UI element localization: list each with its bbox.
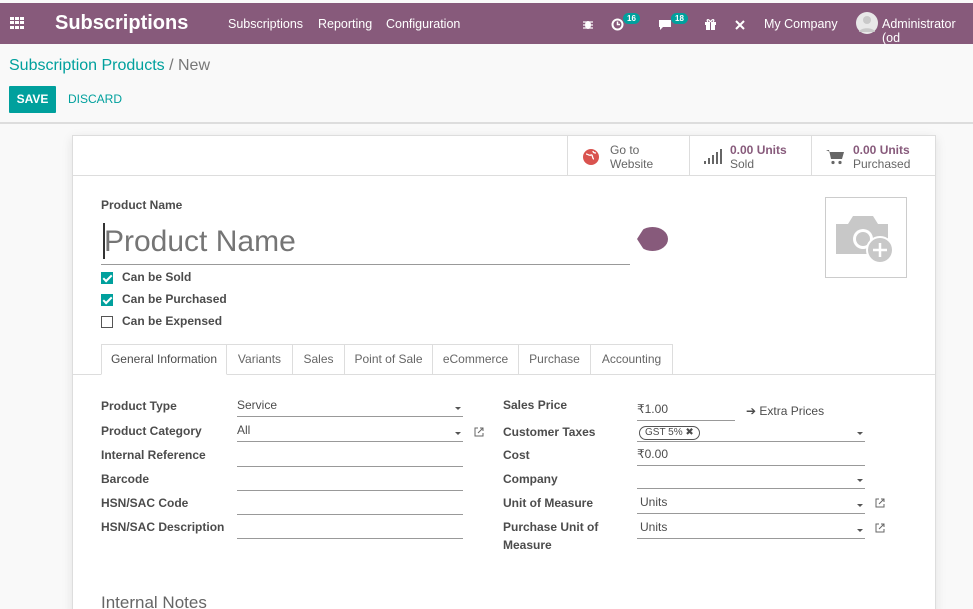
customer-taxes-label: Customer Taxes: [503, 425, 596, 439]
smart-button-box: Go to Website 0.00 Units Sold 0.00 Units…: [73, 136, 935, 176]
sold-units-button[interactable]: 0.00 Units Sold: [689, 136, 811, 175]
purchase-uom-label-line2: Measure: [503, 538, 552, 552]
uom-label: Unit of Measure: [503, 496, 594, 510]
app-title[interactable]: Subscriptions: [55, 12, 188, 35]
hsn-description-label: HSN/SAC Description: [101, 520, 225, 534]
bug-icon[interactable]: [582, 18, 594, 30]
can-be-purchased-label: Can be Purchased: [122, 292, 227, 306]
internal-reference-label: Internal Reference: [101, 448, 206, 462]
internal-notes-heading: Internal Notes: [101, 593, 207, 609]
sales-price-label: Sales Price: [503, 398, 568, 412]
product-type-label: Product Type: [101, 399, 177, 413]
discard-button[interactable]: DISCARD: [68, 92, 122, 106]
can-be-sold-checkbox[interactable]: [101, 272, 113, 284]
tools-icon[interactable]: [734, 19, 746, 31]
purchase-uom-label: Purchase Unit of Measure: [503, 520, 598, 552]
activity-clock-icon[interactable]: [611, 18, 624, 31]
tab-point-of-sale[interactable]: Point of Sale: [345, 344, 433, 375]
menu-reporting[interactable]: Reporting: [318, 17, 372, 31]
company-label: Company: [503, 472, 558, 486]
tab-sales[interactable]: Sales: [293, 344, 345, 375]
internal-reference-input[interactable]: [237, 448, 463, 467]
purchase-uom-select[interactable]: Units: [637, 520, 865, 539]
messages-badge: 18: [671, 13, 688, 24]
smart-button-line2: Sold: [730, 157, 755, 171]
avatar[interactable]: [856, 12, 878, 34]
breadcrumb-current: New: [178, 57, 211, 74]
user-avatar-icon: [859, 16, 875, 32]
purchased-units-button[interactable]: 0.00 Units Purchased: [811, 136, 935, 175]
product-category-label: Product Category: [101, 424, 202, 438]
save-button[interactable]: SAVE: [9, 86, 56, 113]
hsn-code-input[interactable]: [237, 496, 463, 515]
hsn-description-input[interactable]: [237, 520, 463, 539]
barcode-label: Barcode: [101, 472, 150, 486]
smart-button-line2: Website: [610, 157, 654, 171]
remove-tag-icon[interactable]: ✖: [685, 427, 693, 438]
tax-tag[interactable]: GST 5% ✖: [639, 426, 700, 440]
product-name-label: Product Name: [101, 198, 183, 212]
tab-accounting[interactable]: Accounting: [591, 344, 673, 375]
can-be-expensed-label: Can be Expensed: [122, 314, 223, 328]
activity-badge: 16: [623, 13, 640, 24]
cart-icon: [826, 150, 844, 165]
form-sheet: Go to Website 0.00 Units Sold 0.00 Units…: [72, 135, 936, 609]
camera-plus-icon: [836, 216, 894, 264]
uom-value: Units: [640, 495, 668, 509]
company-select[interactable]: [637, 470, 865, 489]
external-link-icon[interactable]: [875, 498, 885, 508]
external-link-icon[interactable]: [474, 427, 484, 437]
extra-prices-link[interactable]: ➔ Extra Prices: [746, 404, 824, 418]
go-to-website-button[interactable]: Go to Website: [567, 136, 689, 175]
globe-icon: [583, 149, 599, 165]
company-switcher[interactable]: My Company: [764, 17, 838, 31]
tab-purchase[interactable]: Purchase: [519, 344, 591, 375]
product-category-select[interactable]: All: [237, 423, 463, 442]
arrow-right-icon: ➔: [746, 404, 757, 418]
cost-input[interactable]: ₹0.00: [637, 447, 865, 466]
can-be-sold-label: Can be Sold: [122, 270, 192, 284]
apps-grid-icon[interactable]: [10, 17, 24, 29]
barcode-input[interactable]: [237, 472, 463, 491]
gift-icon[interactable]: [704, 17, 717, 30]
extra-prices-label: Extra Prices: [759, 404, 825, 418]
purchase-uom-value: Units: [640, 520, 668, 534]
bar-chart-icon: [704, 149, 722, 164]
smart-button-line1: 0.00 Units: [730, 143, 787, 157]
breadcrumb: Subscription Products / New: [9, 57, 210, 75]
hsn-code-label: HSN/SAC Code: [101, 496, 189, 510]
top-navbar: Subscriptions Subscriptions Reporting Co…: [0, 3, 973, 45]
smart-button-line1: Go to: [610, 143, 640, 157]
user-menu[interactable]: Administrator (od: [882, 17, 973, 45]
sales-price-input[interactable]: ₹1.00: [637, 402, 735, 421]
tab-general-information[interactable]: General Information: [101, 344, 227, 375]
product-name-input[interactable]: [101, 220, 630, 265]
translate-icon[interactable]: [637, 227, 668, 251]
tab-ecommerce[interactable]: eCommerce: [433, 344, 519, 375]
menu-configuration[interactable]: Configuration: [386, 17, 460, 31]
can-be-purchased-checkbox[interactable]: [101, 294, 113, 306]
breadcrumb-parent[interactable]: Subscription Products: [9, 57, 165, 74]
product-category-value: All: [237, 423, 251, 437]
smart-button-line1: 0.00 Units: [853, 143, 910, 157]
purchase-uom-label-line1: Purchase Unit of: [503, 520, 599, 534]
text-cursor: [103, 223, 105, 259]
product-image-upload[interactable]: [825, 197, 907, 278]
tax-tag-label: GST 5%: [645, 427, 683, 438]
product-type-select[interactable]: Service: [237, 398, 463, 417]
menu-subscriptions[interactable]: Subscriptions: [228, 17, 303, 31]
uom-select[interactable]: Units: [637, 495, 865, 514]
external-link-icon[interactable]: [875, 523, 885, 533]
tab-variants[interactable]: Variants: [227, 344, 293, 375]
divider: [0, 122, 973, 124]
smart-button-line2: Purchased: [853, 157, 911, 171]
cost-label: Cost: [503, 448, 530, 462]
product-type-value: Service: [237, 398, 278, 412]
can-be-expensed-checkbox[interactable]: [101, 316, 113, 328]
breadcrumb-separator: /: [169, 57, 174, 74]
chat-icon[interactable]: [658, 19, 672, 31]
